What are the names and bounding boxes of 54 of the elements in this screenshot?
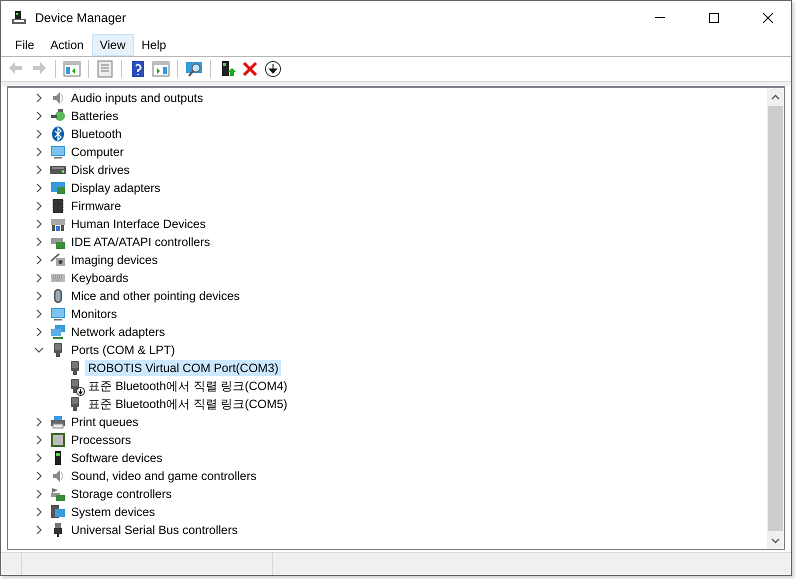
category-item[interactable]: Keyboards bbox=[68, 270, 132, 286]
category-item[interactable]: Mice and other pointing devices bbox=[68, 288, 243, 304]
category-item[interactable]: Disk drives bbox=[68, 162, 133, 178]
uninstall-button[interactable] bbox=[241, 60, 259, 78]
network-icon bbox=[50, 324, 66, 340]
menu-item[interactable]: Help bbox=[134, 34, 174, 56]
console-button[interactable] bbox=[63, 60, 81, 78]
category-item[interactable]: Firmware bbox=[68, 198, 124, 214]
disable-button[interactable] bbox=[264, 60, 282, 78]
properties-button[interactable] bbox=[96, 60, 114, 78]
category-item[interactable]: Processors bbox=[68, 432, 134, 448]
menu-item[interactable]: Action bbox=[42, 34, 92, 56]
window-title: Device Manager bbox=[35, 10, 128, 24]
category-item[interactable]: IDE ATA/ATAPI controllers bbox=[68, 234, 214, 250]
monitor-icon bbox=[50, 306, 66, 322]
category-item[interactable]: Storage controllers bbox=[68, 486, 175, 502]
menu-item[interactable]: File bbox=[7, 34, 42, 56]
menu-item[interactable]: View bbox=[92, 34, 134, 56]
category-item[interactable]: Universal Serial Bus controllers bbox=[68, 522, 241, 538]
storage-icon bbox=[50, 486, 66, 502]
category-item[interactable]: System devices bbox=[68, 504, 158, 520]
category-item[interactable]: Imaging devices bbox=[68, 252, 161, 268]
device-item[interactable]: ROBOTIS Virtual COM Port(COM3) bbox=[85, 360, 282, 376]
maximize-icon[interactable] bbox=[709, 12, 719, 22]
action-pane-button[interactable] bbox=[152, 60, 170, 78]
battery-icon bbox=[50, 108, 66, 124]
scan-button[interactable] bbox=[185, 60, 203, 78]
category-item[interactable]: Display adapters bbox=[68, 180, 164, 196]
printer-icon bbox=[50, 414, 66, 430]
category-item[interactable]: Human Interface Devices bbox=[68, 216, 209, 232]
monitor-icon bbox=[50, 144, 66, 160]
chip-icon bbox=[50, 198, 66, 214]
category-item[interactable]: Monitors bbox=[68, 306, 120, 322]
device-manager-icon bbox=[11, 10, 27, 26]
category-item[interactable]: Bluetooth bbox=[68, 126, 125, 142]
scrollbar-thumb[interactable] bbox=[768, 106, 783, 531]
category-item[interactable]: Computer bbox=[68, 144, 127, 160]
category-item[interactable]: Batteries bbox=[68, 108, 122, 124]
processor-icon bbox=[50, 432, 66, 448]
bluetooth-icon bbox=[50, 126, 66, 142]
category-item[interactable]: Audio inputs and outputs bbox=[68, 90, 206, 106]
category-item[interactable]: Software devices bbox=[68, 450, 166, 466]
system-icon bbox=[50, 504, 66, 520]
display-icon bbox=[50, 180, 66, 196]
speaker-icon bbox=[50, 90, 66, 106]
category-item[interactable]: Print queues bbox=[68, 414, 142, 430]
category-item[interactable]: Ports (COM & LPT) bbox=[68, 342, 178, 358]
close-icon[interactable] bbox=[763, 12, 773, 22]
camera-icon bbox=[50, 252, 66, 268]
category-item[interactable]: Network adapters bbox=[68, 324, 168, 340]
speaker-icon bbox=[50, 468, 66, 484]
device-item[interactable]: 표준 Bluetooth에서 직렬 링크(COM5) bbox=[85, 394, 290, 414]
category-item[interactable]: Sound, video and game controllers bbox=[68, 468, 260, 484]
help-button[interactable] bbox=[129, 60, 147, 78]
